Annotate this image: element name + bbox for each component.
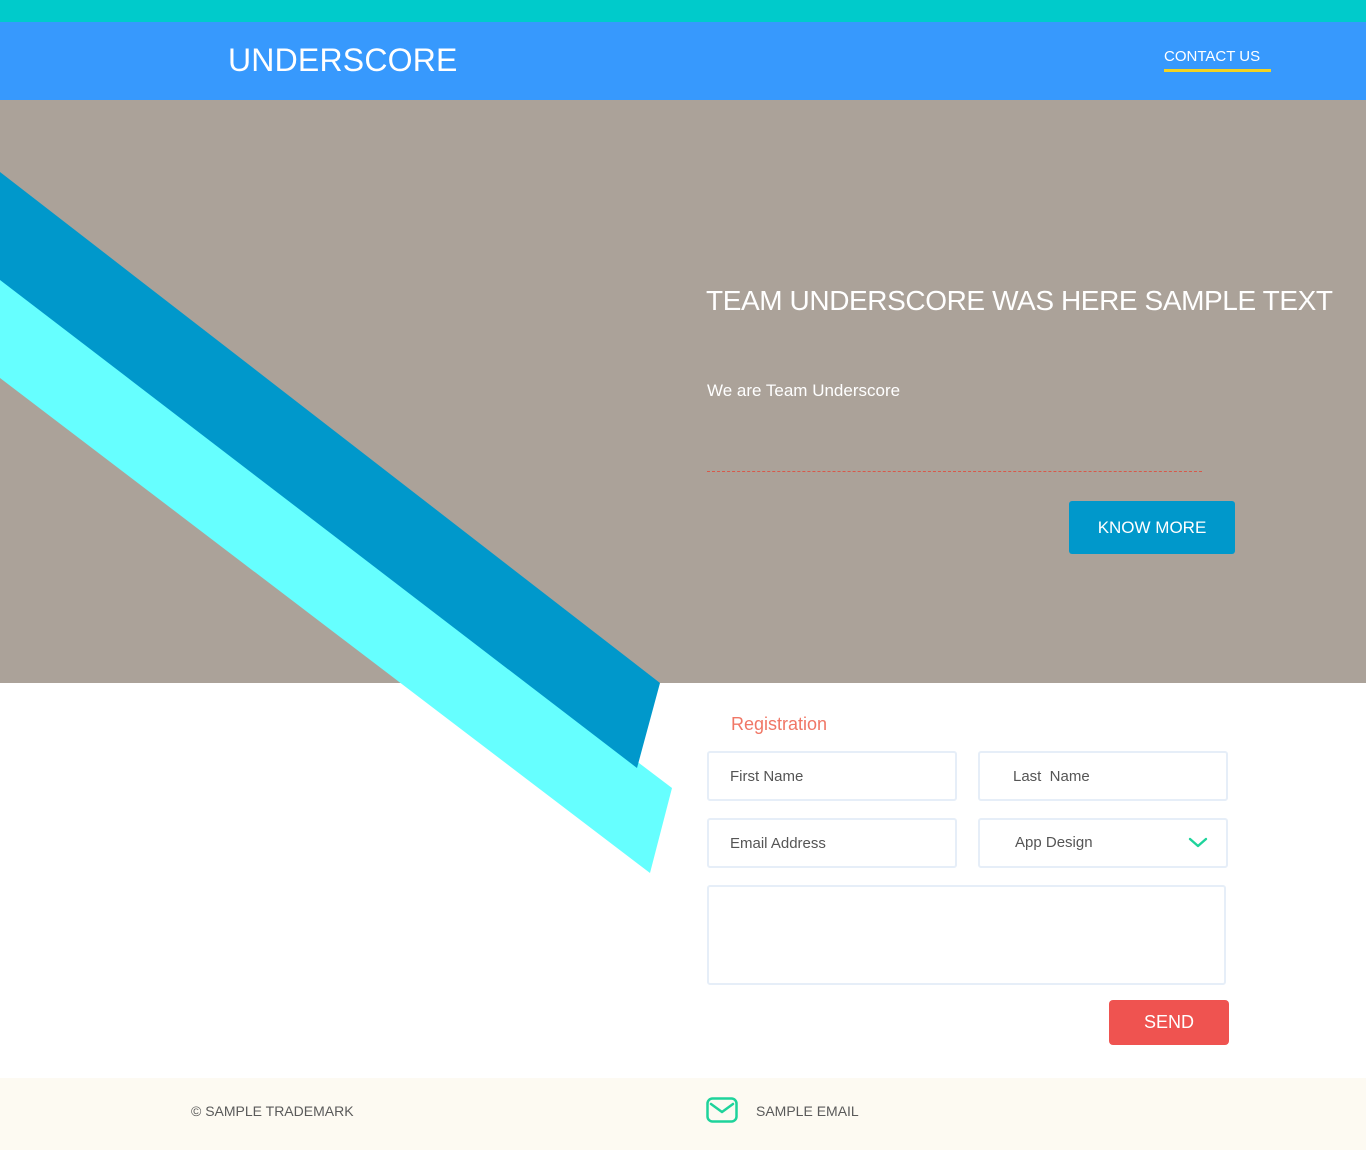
brand-logo[interactable]: UNDERSCORE <box>228 40 458 80</box>
email-input[interactable] <box>707 818 957 868</box>
site-header: UNDERSCORE CONTACT US <box>0 22 1366 100</box>
envelope-icon <box>706 1097 738 1123</box>
registration-title: Registration <box>731 714 828 734</box>
send-button[interactable]: SEND <box>1109 1000 1229 1045</box>
first-name-input[interactable] <box>707 751 957 801</box>
contact-us-underline <box>1164 69 1271 72</box>
contact-us-link[interactable]: CONTACT US <box>1164 48 1260 66</box>
last-name-input[interactable] <box>978 751 1228 801</box>
category-select[interactable]: App Design <box>978 818 1228 868</box>
message-textarea[interactable] <box>707 885 1226 985</box>
hero-subtitle: We are Team Underscore <box>707 381 901 400</box>
hero-title: TEAM UNDERSCORE WAS HERE SAMPLE TEXT <box>706 285 1333 316</box>
know-more-button[interactable]: KNOW MORE <box>1069 501 1235 554</box>
footer-trademark: © SAMPLE TRADEMARK <box>191 1103 354 1119</box>
footer-email-link[interactable]: SAMPLE EMAIL <box>756 1102 859 1120</box>
category-select-value: App Design <box>1015 834 1093 851</box>
hero-divider <box>707 471 1202 472</box>
hero-section <box>0 100 1366 683</box>
top-accent-strip <box>0 0 1366 22</box>
chevron-down-icon[interactable] <box>1188 837 1208 849</box>
site-footer: © SAMPLE TRADEMARK SAMPLE EMAIL <box>0 1078 1366 1150</box>
